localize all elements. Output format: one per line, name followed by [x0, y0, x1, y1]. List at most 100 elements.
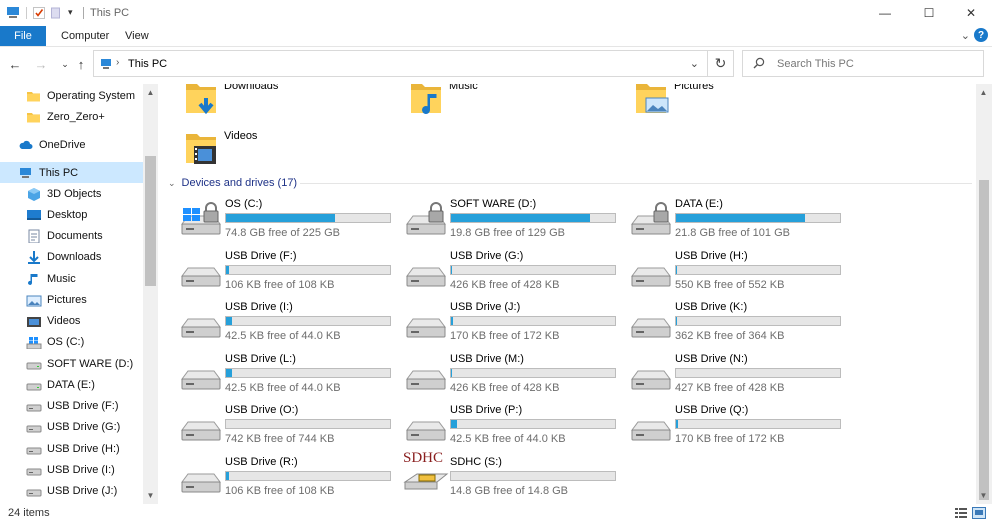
drive-name: USB Drive (G:) [450, 249, 524, 262]
drive-name: USB Drive (J:) [450, 301, 521, 314]
properties-icon[interactable] [33, 6, 45, 20]
large-icons-view-icon[interactable] [972, 507, 986, 519]
search-box[interactable]: Search This PC [742, 50, 984, 77]
maximize-button[interactable]: ☐ [906, 0, 952, 26]
drive-free-space: 14.8 GB free of 14.8 GB [450, 485, 569, 497]
drive-free-space: 74.8 GB free of 225 GB [225, 227, 340, 239]
scroll-down-icon[interactable]: ▼ [143, 489, 158, 501]
up-arrow-icon[interactable]: ↑ [72, 55, 90, 73]
sidebar-item-usb-drive-g[interactable]: USB Drive (G:) [0, 416, 143, 437]
drive-os-c[interactable]: OS (C:) 74.8 GB free of 225 GB [180, 198, 400, 242]
tab-view[interactable]: View [125, 30, 149, 42]
nav-scroll-thumb[interactable] [145, 156, 156, 286]
sdhc-card-icon: SDHC [403, 448, 449, 495]
refresh-button[interactable]: ↻ [708, 50, 734, 77]
details-view-icon[interactable] [954, 507, 968, 519]
quick-access-dropdown-icon[interactable]: ▾ [68, 7, 73, 18]
breadcrumb-this-pc[interactable]: This PC [128, 58, 167, 70]
drive-usb-drive-g[interactable]: USB Drive (G:) 426 KB free of 428 KB [405, 250, 625, 294]
breadcrumb-chevron-icon[interactable]: › [116, 57, 119, 68]
sidebar-item-label: Music [47, 272, 76, 285]
sidebar-item-music[interactable]: Music [0, 268, 143, 289]
sidebar-item-usb-drive-h[interactable]: USB Drive (H:) [0, 438, 143, 459]
sidebar-item-usb-drive-j[interactable]: USB Drive (J:) [0, 480, 143, 501]
sidebar-item-documents[interactable]: Documents [0, 225, 143, 246]
sidebar-item-zero-zero[interactable]: Zero_Zero+ [0, 106, 143, 127]
sidebar-item-onedrive[interactable]: OneDrive [0, 134, 143, 155]
drive-usb-drive-n[interactable]: USB Drive (N:) 427 KB free of 428 KB [630, 353, 850, 397]
nav-pane-scrollbar[interactable]: ▲ ▼ [143, 84, 158, 504]
tab-file[interactable]: File [0, 26, 46, 46]
drive-usb-drive-i[interactable]: USB Drive (I:) 42.5 KB free of 44.0 KB [180, 301, 400, 345]
usb-drive-icon [630, 305, 674, 342]
drive-usb-drive-p[interactable]: USB Drive (P:) 42.5 KB free of 44.0 KB [405, 404, 625, 448]
drive-usb-drive-r[interactable]: USB Drive (R:) 106 KB free of 108 KB [180, 456, 400, 500]
locked-drive-icon [405, 202, 449, 239]
minimize-button[interactable]: — [862, 0, 908, 26]
help-icon[interactable]: ? [974, 28, 988, 42]
back-arrow-icon[interactable]: ← [6, 55, 24, 73]
scroll-up-icon[interactable]: ▲ [143, 86, 158, 98]
sidebar-item-downloads[interactable]: Downloads [0, 246, 143, 267]
drive-free-space: 19.8 GB free of 129 GB [450, 227, 565, 239]
content-scroll-up-icon[interactable]: ▲ [976, 86, 991, 98]
videos-folder-icon [184, 130, 220, 169]
sidebar-item-3d-objects[interactable]: 3D Objects [0, 183, 143, 204]
sidebar-item-videos[interactable]: Videos [0, 310, 143, 331]
folder-music[interactable]: Music [409, 84, 609, 124]
drive-usage-fill [226, 214, 335, 222]
sidebar-item-label: USB Drive (G:) [47, 420, 121, 433]
content-scrollbar[interactable]: ▲ ▼ [976, 84, 992, 504]
drive-name: OS (C:) [225, 198, 263, 210]
drive-usage-fill [676, 317, 677, 326]
usb-drive-icon [180, 305, 224, 342]
drive-usb-drive-m[interactable]: USB Drive (M:) 426 KB free of 428 KB [405, 353, 625, 397]
content-scroll-down-icon[interactable]: ▼ [976, 489, 991, 501]
expand-ribbon-icon[interactable]: ⌄ [961, 29, 970, 42]
music-icon [26, 272, 42, 286]
drive-free-space: 106 KB free of 108 KB [225, 485, 335, 497]
folder-pictures[interactable]: Pictures [634, 84, 834, 124]
address-dropdown-icon[interactable]: ⌄ [690, 57, 699, 70]
collapse-chevron-icon[interactable]: ⌄ [168, 178, 176, 189]
sidebar-item-data-e[interactable]: DATA (E:) [0, 374, 143, 395]
usb-drive-icon [630, 254, 674, 291]
devices-group-header[interactable]: ⌄ Devices and drives (17) [168, 177, 297, 189]
sidebar-item-operating-system[interactable]: Operating System [0, 85, 143, 106]
sidebar-item-usb-drive-i[interactable]: USB Drive (I:) [0, 459, 143, 480]
folder-videos[interactable]: Videos [184, 130, 384, 174]
sidebar-item-pictures[interactable]: Pictures [0, 289, 143, 310]
folder-icon [26, 89, 42, 103]
drive-usb-drive-h[interactable]: USB Drive (H:) 550 KB free of 552 KB [630, 250, 850, 294]
drive-usb-drive-j[interactable]: USB Drive (J:) 170 KB free of 172 KB [405, 301, 625, 345]
drive-usb-drive-q[interactable]: USB Drive (Q:) 170 KB free of 172 KB [630, 404, 850, 448]
this-pc-icon [7, 7, 19, 18]
usb-drive-icon [26, 442, 42, 456]
sidebar-item-os-c[interactable]: OS (C:) [0, 331, 143, 352]
drive-usb-drive-k[interactable]: USB Drive (K:) 362 KB free of 364 KB [630, 301, 850, 345]
sidebar-item-label: This PC [39, 166, 79, 179]
tab-computer[interactable]: Computer [61, 30, 109, 42]
drive-usb-drive-f[interactable]: USB Drive (F:) 106 KB free of 108 KB [180, 250, 400, 294]
forward-arrow-icon[interactable]: → [32, 55, 50, 73]
close-button[interactable]: ✕ [948, 0, 992, 26]
sidebar-item-usb-drive-f[interactable]: USB Drive (F:) [0, 395, 143, 416]
content-area: ⌄ Devices and drives (17) Downloads Music… [160, 84, 976, 504]
address-bar[interactable]: › This PC ⌄ [93, 50, 708, 77]
drive-usb-drive-l[interactable]: USB Drive (L:) 42.5 KB free of 44.0 KB [180, 353, 400, 397]
sidebar-item-label: Zero_Zero+ [47, 110, 105, 123]
document-icon [26, 229, 42, 243]
sidebar-item-desktop[interactable]: Desktop [0, 204, 143, 225]
sidebar-item-label: OneDrive [39, 138, 86, 151]
sidebar-item-soft-ware-d[interactable]: SOFT WARE (D:) [0, 353, 143, 374]
drive-sdhc-s[interactable]: SDHC SDHC (S:) 14.8 GB free of 14.8 GB [403, 450, 625, 500]
drive-usb-drive-o[interactable]: USB Drive (O:) 742 KB free of 744 KB [180, 404, 400, 448]
drive-soft-ware-d[interactable]: SOFT WARE (D:) 19.8 GB free of 129 GB [405, 198, 625, 242]
drive-data-e[interactable]: DATA (E:) 21.8 GB free of 101 GB [630, 198, 850, 242]
new-folder-icon[interactable] [51, 6, 61, 20]
folder-downloads[interactable]: Downloads [184, 84, 384, 124]
drive-free-space: 426 KB free of 428 KB [450, 381, 560, 394]
sidebar-item-this-pc[interactable]: This PC [0, 162, 143, 183]
drive-free-space: 427 KB free of 428 KB [675, 381, 785, 394]
content-scroll-thumb[interactable] [979, 180, 989, 500]
